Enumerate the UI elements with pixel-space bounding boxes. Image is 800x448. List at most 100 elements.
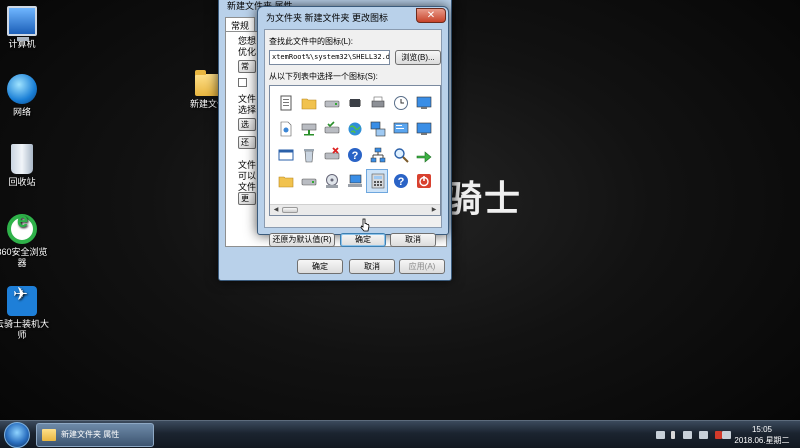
scroll-left-icon[interactable]: ◀ [271,206,281,214]
icon-cell[interactable] [343,169,365,193]
icon-cell[interactable] [297,117,319,141]
tray-arrow-icon[interactable] [671,431,675,439]
folder-icon [278,176,294,188]
icon-cell[interactable] [297,169,319,193]
icon-cell[interactable] [366,143,388,167]
icon-cell[interactable] [412,169,434,193]
search-icon [394,148,409,163]
partial-text: 文件 [238,94,257,104]
scroll-right-icon[interactable]: ▶ [429,206,439,214]
icon-cell[interactable] [366,91,388,115]
recycle-icon [304,149,314,163]
desktop-icon-computer[interactable]: 计算机 [0,6,50,50]
icon-cell[interactable] [320,169,342,193]
change-icon-dialog[interactable]: 为文件夹 新建文件夹 更改图标 ✕ 查找此文件中的图标(L): xtemRoot… [257,6,449,247]
help-icon: ? [394,174,408,188]
icon-cell[interactable] [412,117,434,141]
icon-cell[interactable] [412,143,434,167]
svg-text:?: ? [352,150,359,162]
icon-cell[interactable] [274,117,296,141]
restore-defaults-button[interactable]: 还原为默认值(R) [269,233,335,247]
checkbox[interactable] [238,78,247,87]
icon-cell[interactable] [274,169,296,193]
dialog-body: 查找此文件中的图标(L): xtemRoot%\system32\SHELL32… [264,29,442,247]
icon-cell[interactable] [366,169,388,193]
wallpaper-logo-text: 骑士 [446,178,523,220]
taskbar-item-label: 新建文件夹 属性 [61,430,120,439]
properties-cancel-button[interactable]: 取消 [349,259,395,274]
icon-cell[interactable] [343,91,365,115]
partial-button[interactable]: 常规 [238,60,256,73]
partial-button[interactable]: 还 [238,136,256,149]
icon-list[interactable]: ?? ◀ ▶ [269,85,441,216]
icon-list-scrollbar[interactable]: ◀ ▶ [270,204,440,215]
icon-cell[interactable] [343,117,365,141]
taskbar: 新建文件夹 属性 15:05 2018.06.星期二 [0,420,800,448]
file-icon [280,121,292,137]
ok-button[interactable]: 确定 [340,233,386,247]
monitor-icon [416,96,432,109]
icon-cell[interactable] [389,143,411,167]
network-status-icon[interactable] [699,431,708,439]
icon-file-path-input[interactable]: xtemRoot%\system32\SHELL32.dll [269,50,390,65]
desktop-icon-label: 360安全浏览器 [0,247,48,268]
desktop-icon-recycle-bin[interactable]: 回收站 [0,144,50,188]
volume-icon[interactable] [722,431,731,439]
recycle-bin-icon [11,144,33,174]
partial-text: 文件 [238,160,257,170]
scroll-thumb[interactable] [282,207,298,213]
select-icon-label: 从以下列表中选择一个图标(S): [269,72,378,81]
icon-cell[interactable] [320,143,342,167]
desktop-icon-label: 云骑士装机大师 [0,319,49,340]
icon-cell[interactable]: ? [389,169,411,193]
network-icon [370,147,386,163]
help-icon: ? [348,148,362,162]
dialog-titlebar[interactable]: 为文件夹 新建文件夹 更改图标 ✕ [258,7,448,29]
properties-ok-button[interactable]: 确定 [297,259,343,274]
partial-text: 选择 [238,105,257,115]
shutdown-icon [417,174,431,188]
icon-cell[interactable] [366,117,388,141]
partial-text: 您想 [238,36,257,46]
desktop-icon-label: 回收站 [8,177,36,187]
taskbar-clock[interactable]: 15:05 2018.06.星期二 [734,424,790,446]
monitor-icon [416,122,432,135]
cancel-button[interactable]: 取消 [390,233,436,247]
partial-button[interactable]: 选 [238,118,256,131]
icon-cell[interactable] [297,91,319,115]
disc-drive-icon [326,174,338,188]
yunqishi-icon [7,286,37,316]
icon-cell[interactable] [320,91,342,115]
desktop-network-icon [370,121,386,137]
icon-cell[interactable]: ? [343,143,365,167]
icon-cell[interactable] [274,91,296,115]
window-icon [278,149,294,161]
icon-cell[interactable] [274,143,296,167]
browse-button[interactable]: 浏览(B)... [395,50,441,65]
desktop-icon-360-browser[interactable]: 360安全浏览器 [0,214,50,269]
security-icon[interactable] [715,431,722,439]
desktop-icon-yunqishi[interactable]: 云骑士装机大师 [0,286,50,341]
icon-grid: ?? [274,91,435,195]
icon-cell[interactable] [389,91,411,115]
partial-button[interactable]: 更 [238,192,256,205]
drive-icon [324,100,340,108]
properties-apply-button[interactable]: 应用(A) [399,259,445,274]
icon-cell[interactable] [320,117,342,141]
close-button[interactable]: ✕ [416,8,446,23]
icon-cell[interactable] [389,117,411,141]
taskbar-item-folder-properties[interactable]: 新建文件夹 属性 [36,423,154,447]
keyboard-icon[interactable] [656,431,665,439]
calculator-icon [371,173,385,189]
printer-icon [371,96,385,108]
dialog-title: 为文件夹 新建文件夹 更改图标 [266,13,389,23]
browser-360-icon [7,214,37,244]
computer-icon [348,174,362,187]
drive-x-icon [324,147,340,160]
icon-cell[interactable] [297,143,319,167]
tray-app-icon[interactable] [683,431,692,439]
folder-icon [301,98,317,110]
icon-cell[interactable] [412,91,434,115]
desktop-icon-network[interactable]: 网络 [0,74,50,118]
start-button[interactable] [4,422,30,448]
